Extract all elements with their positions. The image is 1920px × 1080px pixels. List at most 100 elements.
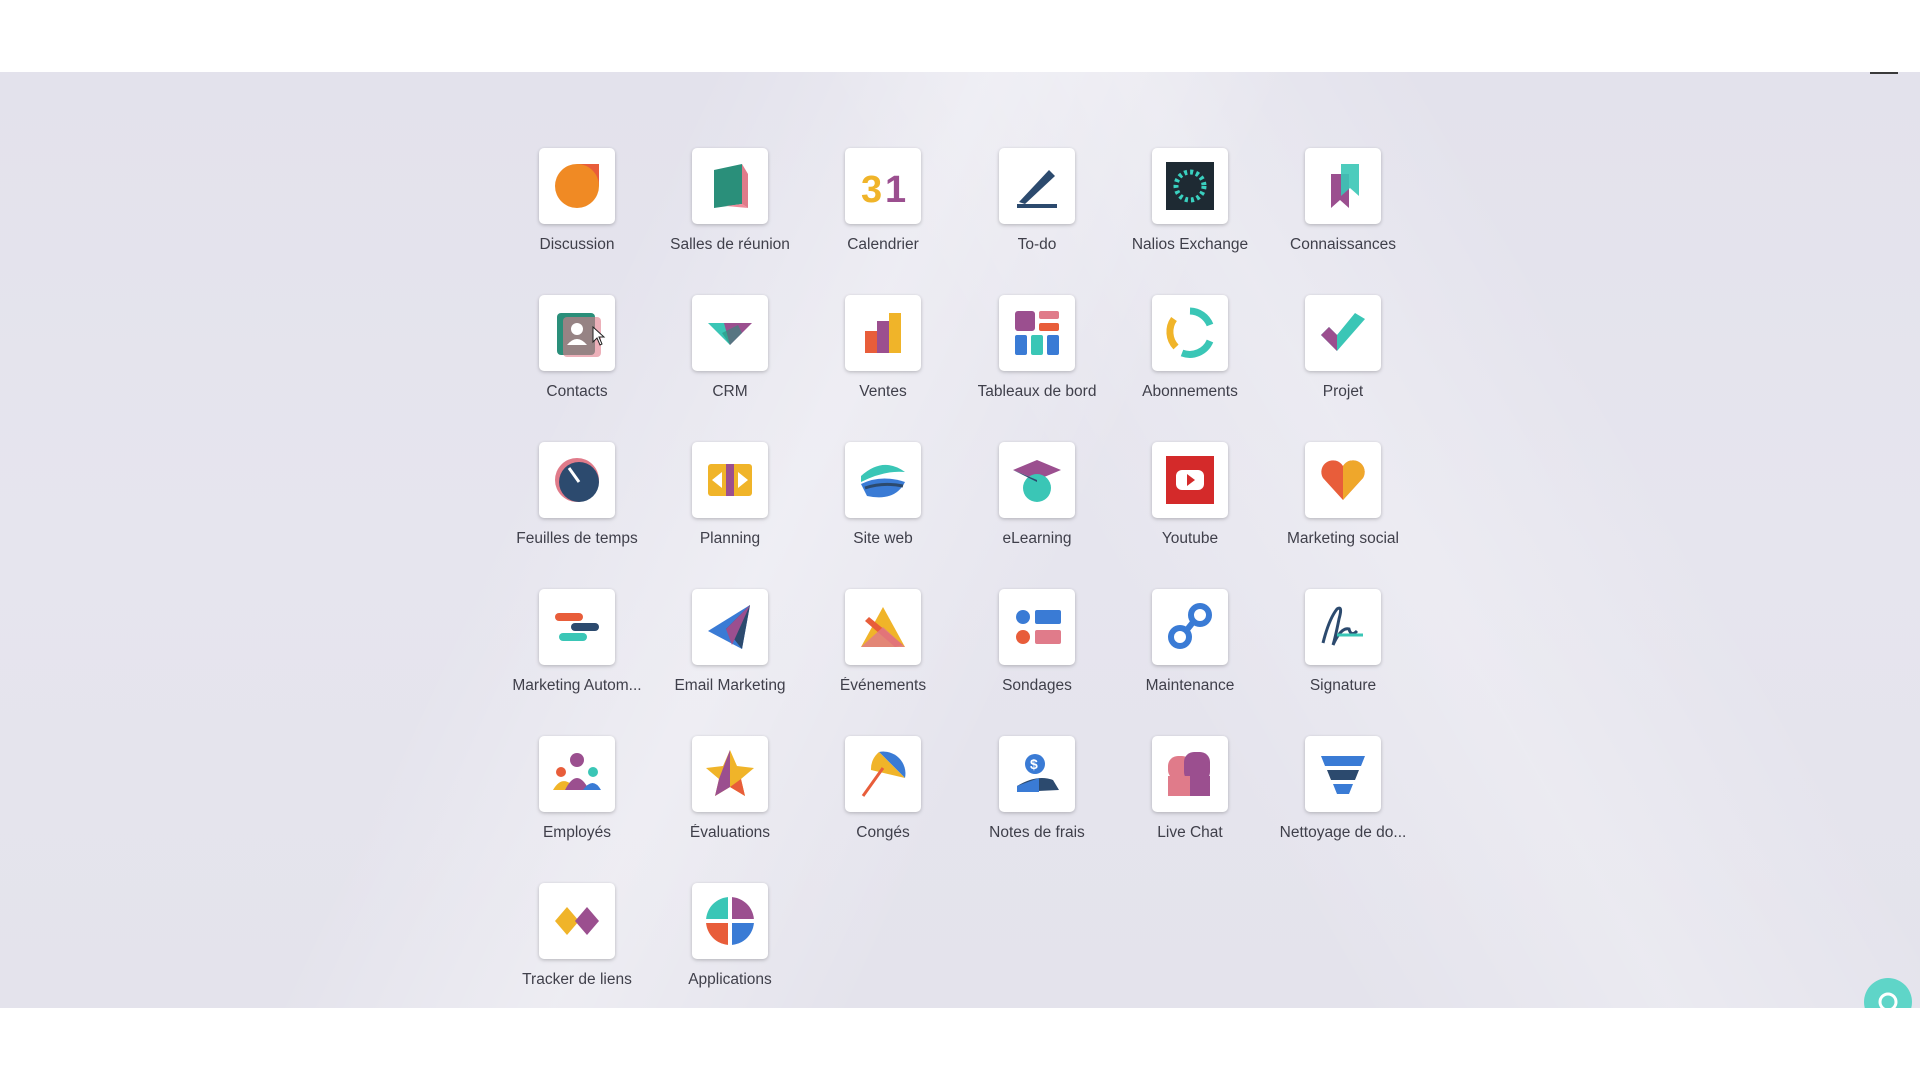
app-label: Calendrier	[847, 236, 919, 253]
app-project[interactable]: Projet	[1268, 295, 1418, 415]
email-marketing-icon[interactable]	[692, 589, 768, 665]
expenses-icon[interactable]: $	[999, 736, 1075, 812]
chat-icon	[1878, 992, 1898, 1008]
calendar-icon[interactable]: 31	[845, 148, 921, 224]
app-link-tracker[interactable]: Tracker de liens	[502, 883, 652, 1003]
knowledge-icon[interactable]	[1305, 148, 1381, 224]
app-label: Notes de frais	[989, 824, 1085, 841]
app-label: Marketing Autom...	[512, 677, 642, 694]
timesheets-icon[interactable]	[539, 442, 615, 518]
app-label: Discussion	[539, 236, 615, 253]
surveys-icon[interactable]	[999, 589, 1075, 665]
project-icon[interactable]	[1305, 295, 1381, 371]
time-off-icon[interactable]	[845, 736, 921, 812]
app-label: Contacts	[546, 383, 608, 400]
app-exchange[interactable]: Nalios Exchange	[1115, 148, 1265, 268]
app-sales[interactable]: Ventes	[808, 295, 958, 415]
signature-icon[interactable]	[1305, 589, 1381, 665]
app-label: eLearning	[1002, 530, 1072, 547]
app-live-chat[interactable]: Live Chat	[1115, 736, 1265, 856]
app-employees[interactable]: Employés	[502, 736, 652, 856]
crm-icon[interactable]	[692, 295, 768, 371]
app-label: Évaluations	[689, 824, 771, 841]
app-label: Youtube	[1161, 530, 1219, 547]
social-marketing-icon[interactable]	[1305, 442, 1381, 518]
app-surveys[interactable]: Sondages	[962, 589, 1112, 709]
youtube-icon[interactable]	[1152, 442, 1228, 518]
app-appraisals[interactable]: Évaluations	[655, 736, 805, 856]
app-youtube[interactable]: Youtube	[1115, 442, 1265, 562]
app-time-off[interactable]: Congés	[808, 736, 958, 856]
app-email-marketing[interactable]: Email Marketing	[655, 589, 805, 709]
app-label: Connaissances	[1290, 236, 1396, 253]
app-label: Abonnements	[1142, 383, 1238, 400]
svg-text:1: 1	[885, 169, 906, 211]
app-social-marketing[interactable]: Marketing social	[1268, 442, 1418, 562]
app-label: Sondages	[1002, 677, 1072, 694]
app-timesheets[interactable]: Feuilles de temps	[502, 442, 652, 562]
app-meeting-rooms[interactable]: Salles de réunion	[655, 148, 805, 268]
app-label: Nettoyage de do...	[1279, 824, 1407, 841]
todo-icon[interactable]	[999, 148, 1075, 224]
contacts-icon[interactable]	[539, 295, 615, 371]
app-grid: Discussion Salles de réunion 3 1 Calendrier T…	[0, 72, 1920, 1008]
employees-icon[interactable]	[539, 736, 615, 812]
link-tracker-icon[interactable]	[539, 883, 615, 959]
app-apps[interactable]: Applications	[655, 883, 805, 1003]
exchange-icon[interactable]	[1152, 148, 1228, 224]
app-label: Projet	[1322, 383, 1364, 400]
app-label: Ventes	[859, 383, 907, 400]
data-cleaning-icon[interactable]	[1305, 736, 1381, 812]
website-icon[interactable]	[845, 442, 921, 518]
app-discussion[interactable]: Discussion	[502, 148, 652, 268]
app-label: Signature	[1309, 677, 1377, 694]
subscriptions-icon[interactable]	[1152, 295, 1228, 371]
app-crm[interactable]: CRM	[655, 295, 805, 415]
app-label: Tableaux de bord	[977, 383, 1097, 400]
appraisals-icon[interactable]	[692, 736, 768, 812]
app-label: Événements	[839, 677, 927, 694]
app-maintenance[interactable]: Maintenance	[1115, 589, 1265, 709]
app-label: Planning	[699, 530, 761, 547]
app-data-cleaning[interactable]: Nettoyage de do...	[1268, 736, 1418, 856]
live-chat-icon[interactable]	[1152, 736, 1228, 812]
app-label: Applications	[688, 971, 772, 988]
app-label: Salles de réunion	[670, 236, 790, 253]
app-knowledge[interactable]: Connaissances	[1268, 148, 1418, 268]
discussion-icon[interactable]	[539, 148, 615, 224]
app-contacts[interactable]: Contacts	[502, 295, 652, 415]
app-planning[interactable]: Planning	[655, 442, 805, 562]
app-expenses[interactable]: $ Notes de frais	[962, 736, 1112, 856]
apps-icon[interactable]	[692, 883, 768, 959]
app-label: Site web	[853, 530, 913, 547]
maintenance-icon[interactable]	[1152, 589, 1228, 665]
app-label: Email Marketing	[674, 677, 786, 694]
app-events[interactable]: Événements	[808, 589, 958, 709]
app-website[interactable]: Site web	[808, 442, 958, 562]
app-label: Live Chat	[1157, 824, 1223, 841]
marketing-automation-icon[interactable]	[539, 589, 615, 665]
app-calendar[interactable]: 3 1 Calendrier	[808, 148, 958, 268]
svg-text:$: $	[1030, 756, 1038, 772]
app-signature[interactable]: Signature	[1268, 589, 1418, 709]
app-elearning[interactable]: eLearning	[962, 442, 1112, 562]
app-label: Nalios Exchange	[1131, 236, 1249, 253]
elearning-icon[interactable]	[999, 442, 1075, 518]
app-marketing-automation[interactable]: Marketing Autom...	[502, 589, 652, 709]
app-label: Maintenance	[1145, 677, 1235, 694]
svg-text:3: 3	[861, 169, 882, 211]
app-todo[interactable]: To-do	[962, 148, 1112, 268]
app-label: Employés	[542, 824, 612, 841]
app-label: Feuilles de temps	[516, 530, 638, 547]
planning-icon[interactable]	[692, 442, 768, 518]
app-subscriptions[interactable]: Abonnements	[1115, 295, 1265, 415]
app-label: CRM	[712, 383, 748, 400]
events-icon[interactable]	[845, 589, 921, 665]
app-dashboards[interactable]: Tableaux de bord	[962, 295, 1112, 415]
home-menu: Discussion Salles de réunion 3 1 Calendrier T…	[0, 72, 1920, 1008]
app-label: Tracker de liens	[522, 971, 632, 988]
dashboards-icon[interactable]	[999, 295, 1075, 371]
meeting-rooms-icon[interactable]	[692, 148, 768, 224]
app-label: To-do	[1017, 236, 1057, 253]
sales-icon[interactable]	[845, 295, 921, 371]
